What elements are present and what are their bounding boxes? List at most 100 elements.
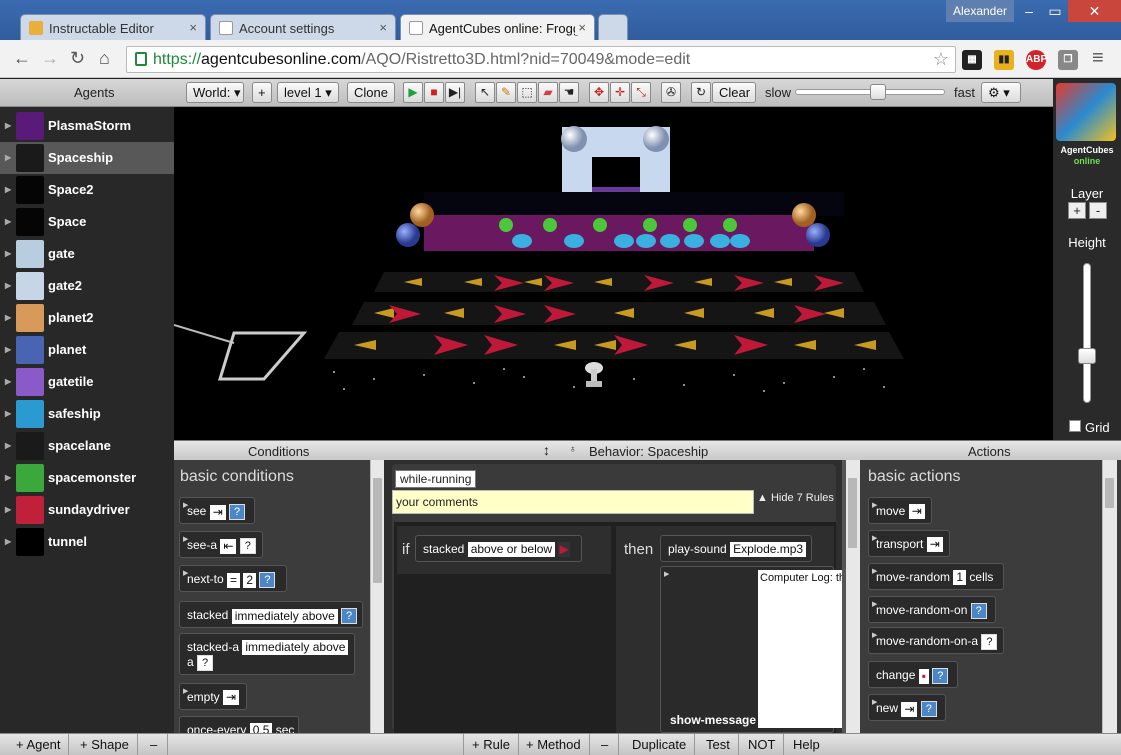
direction-picker[interactable]: ⇥ [926, 537, 943, 553]
conditions-scrollbar[interactable] [370, 460, 384, 733]
back-arrow-icon[interactable]: ← [13, 49, 31, 67]
action-move-random-on[interactable]: ▶ move-random-on ? [868, 596, 996, 623]
agent-item[interactable]: ▶ tunnel [0, 526, 174, 558]
test-button[interactable]: Test [698, 734, 739, 755]
zoom-view-icon[interactable]: ⤡ [631, 82, 651, 103]
count-field[interactable]: 2 [243, 572, 257, 588]
browser-tab-agentcubes[interactable]: AgentCubes online: Frogg × [400, 14, 595, 41]
action-move-random-on-a[interactable]: ▶ move-random-on-a ? [868, 627, 1004, 654]
extension-icon[interactable]: ❐ [1058, 50, 1078, 70]
help-icon[interactable]: ? [229, 504, 246, 520]
maximize-icon[interactable]: ▭ [1042, 0, 1068, 22]
select-arrow-icon[interactable]: ↖ [475, 82, 495, 103]
settings-gear-icon[interactable]: ⚙ ▾ [981, 82, 1021, 103]
clear-button[interactable]: Clear [712, 82, 756, 103]
expand-arrow-icon[interactable]: ▶ [5, 217, 11, 226]
bar-extension-icon[interactable]: ▮▮ [994, 50, 1014, 70]
expand-arrow-icon[interactable]: ▶ [5, 153, 11, 162]
not-button[interactable]: NOT [740, 734, 785, 755]
condition-see-a[interactable]: ▶ see-a ⇤ ? [179, 531, 263, 558]
browser-tab-instructable[interactable]: Instructable Editor × [20, 14, 206, 41]
shape-picker[interactable]: ▪ [918, 668, 929, 684]
rectangle-select-icon[interactable]: ⬚ [517, 82, 537, 103]
direction-picker[interactable]: ⇥ [901, 701, 918, 717]
expand-arrow-icon[interactable]: ▶ [5, 249, 11, 258]
condition-see[interactable]: ▶ see ⇥ ? [179, 497, 255, 524]
pencil-icon[interactable]: ✎ [496, 82, 516, 103]
sound-field[interactable]: Explode.mp3 [730, 542, 807, 558]
height-slider[interactable] [1078, 263, 1096, 403]
speed-slider-thumb[interactable] [869, 84, 886, 100]
action-move[interactable]: ▶ move ⇥ [868, 497, 932, 524]
close-tab-icon[interactable]: × [379, 20, 387, 35]
speed-slider[interactable] [795, 84, 945, 100]
direction-picker[interactable]: ⇤ [220, 538, 237, 554]
condition-empty[interactable]: ▶ empty ⇥ [179, 683, 247, 710]
menu-hamburger-icon[interactable]: ≡ [1092, 48, 1104, 68]
layer-down-button[interactable]: - [1089, 202, 1107, 219]
method-name-field[interactable]: while-running [395, 470, 477, 488]
expand-arrow-icon[interactable]: ▶ [5, 377, 11, 386]
add-method-button[interactable]: + Method [518, 734, 590, 755]
condition-stacked-a[interactable]: stacked-a immediately above a ? [179, 633, 355, 675]
grid-checkbox[interactable] [1069, 420, 1081, 432]
stacked-option-field[interactable]: immediately above [242, 640, 349, 656]
user-profile-badge[interactable]: Alexander [946, 0, 1014, 22]
expand-arrow-icon[interactable]: ▶ [5, 473, 11, 482]
operator-field[interactable]: = [227, 572, 241, 588]
clone-button[interactable]: Clone [347, 82, 395, 103]
reload-icon[interactable]: ↻ [70, 49, 85, 67]
minimize-icon[interactable]: – [1016, 0, 1042, 22]
expand-arrow-icon[interactable]: ▶ [5, 409, 11, 418]
method-comment-field[interactable]: your comments [392, 490, 754, 514]
resize-handle-icon[interactable]: ↕ [543, 442, 550, 458]
action-new[interactable]: ▶ new ⇥ ? [868, 694, 946, 721]
help-icon[interactable]: ? [259, 572, 276, 588]
delete-rule-button[interactable]: – [593, 734, 619, 755]
agent-item[interactable]: ▶ Spaceship [0, 142, 174, 174]
agent-item[interactable]: ▶ gate [0, 238, 174, 270]
stop-icon[interactable]: ■ [424, 82, 444, 103]
add-rule-button[interactable]: + Rule [463, 734, 519, 755]
expand-arrow-icon[interactable]: ▶ [5, 313, 11, 322]
behavior-scrollbar-thumb[interactable] [848, 478, 857, 548]
message-text-field[interactable]: Computer Log: the starboard b failure. A… [758, 570, 842, 728]
agent-picker[interactable]: ⇥ [209, 504, 226, 520]
help-icon[interactable]: ? [981, 634, 998, 650]
direction-picker[interactable]: ⇥ [223, 690, 240, 706]
expand-arrow-icon[interactable]: ▶ [5, 441, 11, 450]
step-icon[interactable]: ▶| [445, 82, 465, 103]
hand-icon[interactable]: ☚ [559, 82, 579, 103]
stacked-option-field[interactable]: immediately above [231, 608, 338, 624]
close-window-icon[interactable]: ✕ [1068, 0, 1121, 22]
actions-scrollbar[interactable] [1102, 460, 1117, 733]
address-bar[interactable]: https://agentcubesonline.com/AQO/Ristret… [126, 46, 956, 73]
new-tab-button[interactable] [598, 14, 628, 41]
agent-item[interactable]: ▶ planet2 [0, 302, 174, 334]
action-change[interactable]: change ▪ ? [868, 661, 958, 688]
condition-once-every[interactable]: once-every 0.5 sec [179, 716, 299, 733]
reset-icon[interactable]: ↻ [691, 82, 711, 103]
help-icon[interactable]: ? [239, 538, 256, 554]
browser-tab-account[interactable]: Account settings × [210, 14, 396, 41]
agent-item[interactable]: ▶ safeship [0, 398, 174, 430]
duplicate-button[interactable]: Duplicate [624, 734, 696, 755]
expand-arrow-icon[interactable]: ▶ [5, 281, 11, 290]
direction-picker[interactable]: ⇥ [908, 504, 925, 520]
expand-arrow-icon[interactable]: ▶ [5, 505, 11, 514]
agent-item[interactable]: ▶ spacemonster [0, 462, 174, 494]
hide-rules-toggle[interactable]: ▲ Hide 7 Rules [757, 492, 834, 504]
pan-view-icon[interactable]: ✛ [610, 82, 630, 103]
adblock-icon[interactable]: ABP [1026, 50, 1047, 70]
camera-icon[interactable]: ✇ [661, 82, 681, 103]
help-icon[interactable]: ? [920, 701, 937, 717]
agent-item[interactable]: ▶ gate2 [0, 270, 174, 302]
action-move-random[interactable]: ▶ move-random 1 cells [868, 563, 1004, 590]
agent-item[interactable]: ▶ Space [0, 206, 174, 238]
action-transport[interactable]: ▶ transport ⇥ [868, 530, 950, 557]
layer-up-button[interactable]: + [1068, 202, 1086, 219]
height-slider-thumb[interactable] [1078, 348, 1096, 365]
sundaydriver-picker-icon[interactable]: ▶ [558, 542, 570, 558]
agent-item[interactable]: ▶ gatetile [0, 366, 174, 398]
spaceship-agent[interactable] [585, 362, 603, 387]
